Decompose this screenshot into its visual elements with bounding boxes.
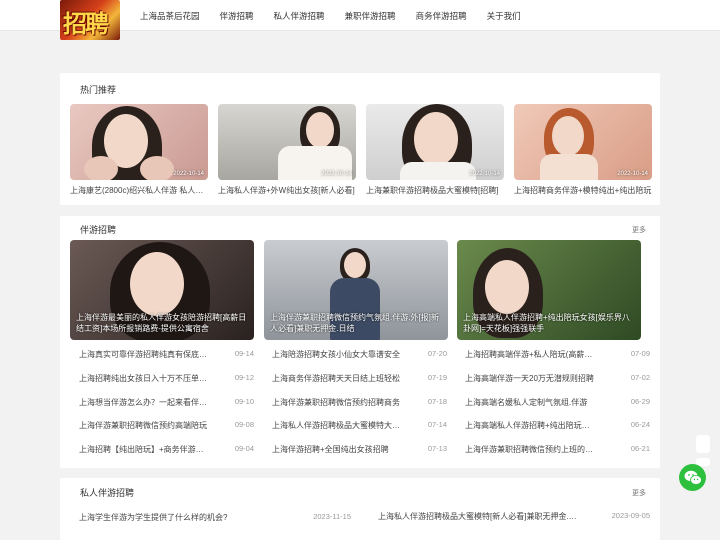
hot-thumbnail[interactable]: 2022-10-14: [514, 104, 652, 180]
wechat-glyph: [684, 470, 702, 485]
list-item[interactable]: 上海学生伴游为学生提供了什么样的机会? 2023-11-15: [79, 512, 351, 526]
hot-caption[interactable]: 上海兼职伴游招聘极品大蜜模特[招聘]: [366, 185, 504, 196]
list-item[interactable]: 上海私人伴游招聘极品大蜜模特[新人必看]兼职无押金.日结 2023-09-05: [378, 511, 650, 525]
list-item[interactable]: 上海高端私人伴游招聘+纯出陪玩女孩 06-24: [465, 420, 650, 434]
more-link[interactable]: 更多: [632, 488, 646, 498]
list-item[interactable]: 上海想当伴游怎么办？一起来看伴游招聘 09-10: [79, 397, 254, 411]
travel-section: 伴游招聘 更多 上海伴游最美丽的私人伴游女孩陪游招聘[高薪日结工资]本场所报销路…: [60, 216, 660, 468]
list-item[interactable]: 上海伴游兼职招聘微信预约招聘商务 07-18: [272, 397, 447, 411]
nav-item-garden[interactable]: 上海品茶后花园: [140, 10, 200, 22]
list-item[interactable]: 上海招聘高端伴游+私人陪玩(高薪工作) 07-09: [465, 349, 650, 363]
featured-caption: 上海伴游最美丽的私人伴游女孩陪游招聘[高薪日结工资]本场所报销路费-提供公寓宿舍: [76, 313, 247, 333]
thumbnail-date: 2022-10-14: [617, 171, 648, 177]
main-nav: 上海品茶后花园 伴游招聘 私人伴游招聘 兼职伴游招聘 商务伴游招聘 关于我们: [140, 0, 541, 31]
list-item[interactable]: 上海商务伴游招聘天天日结上班轻松 07-19: [272, 373, 447, 387]
nav-item-private-jobs[interactable]: 私人伴游招聘: [274, 10, 325, 22]
hot-caption[interactable]: 上海康艺(2800c)绍兴私人伴游 私人伴游: [70, 185, 208, 196]
hot-thumbnail[interactable]: 2022-10-14: [366, 104, 504, 180]
list-item[interactable]: 上海招聘【纯出陪玩】+商务伴游招聘 09-04: [79, 444, 254, 458]
list-item[interactable]: 上海陪游招聘女孩小仙女大靠谱安全 07-20: [272, 349, 447, 363]
private-section: 私人伴游招聘 更多 上海学生伴游为学生提供了什么样的机会? 2023-11-15 …: [60, 478, 660, 540]
list-item[interactable]: 上海伴游兼职招聘微信预约上班的本地 06-21: [465, 444, 650, 458]
list-item[interactable]: 上海高端名媛私人定制气氛组.伴游 06-29: [465, 397, 650, 411]
list-item[interactable]: 上海招聘纯出女孩日入十万不压单日结 09-12: [79, 373, 254, 387]
list-item[interactable]: 上海私人伴游招聘极品大蜜模特大学生 07-14: [272, 420, 447, 434]
nav-item-business-jobs[interactable]: 商务伴游招聘: [416, 10, 467, 22]
hot-section: 热门推荐 2022-10-14 上海康艺(2800c)绍兴私人伴游 私人伴游 2…: [60, 73, 660, 205]
section-title: 热门推荐: [80, 85, 117, 95]
hot-thumbnail[interactable]: 2022-10-14: [218, 104, 356, 180]
thumbnail-date: 2022-10-14: [173, 171, 204, 177]
list-item[interactable]: 上海伴游兼职招聘微信预约高端陪玩 09-08: [79, 420, 254, 434]
more-link[interactable]: 更多: [632, 225, 646, 235]
side-toolbar-button[interactable]: [696, 435, 710, 453]
thumbnail-date: 2022-10-14: [321, 171, 352, 177]
section-title: 私人伴游招聘: [80, 488, 135, 498]
featured-caption: 上海高端私人伴游招聘+纯出陪玩女孩[娱乐界八卦网]=天花板]强强联手: [463, 313, 630, 333]
list-item[interactable]: 上海高端伴游一天20万无潜规则招聘 07-02: [465, 373, 650, 387]
featured-image[interactable]: 上海伴游最美丽的私人伴游女孩陪游招聘[高薪日结工资]本场所报销路费-提供公寓宿舍: [70, 240, 254, 340]
hot-caption[interactable]: 上海私人伴游+外W纯出女孩[新人必看]: [218, 185, 356, 196]
wechat-icon[interactable]: [679, 464, 706, 491]
list-item[interactable]: 上海真实可靠伴游招聘纯真有保底工资 09-14: [79, 349, 254, 363]
featured-caption: 上海伴游兼职招聘微信预约气氛组.伴游.外[报]新人必看]兼职无押金.日结: [270, 313, 439, 333]
nav-item-about[interactable]: 关于我们: [487, 10, 521, 22]
site-logo[interactable]: 招聘: [60, 0, 120, 40]
hot-caption[interactable]: 上海招聘商务伴游+模特纯出+纯出陪玩: [514, 185, 652, 196]
nav-item-parttime-jobs[interactable]: 兼职伴游招聘: [345, 10, 396, 22]
nav-item-travel-jobs[interactable]: 伴游招聘: [220, 10, 254, 22]
hot-thumbnail[interactable]: 2022-10-14: [70, 104, 208, 180]
featured-image[interactable]: 上海伴游兼职招聘微信预约气氛组.伴游.外[报]新人必看]兼职无押金.日结: [264, 240, 448, 340]
thumbnail-date: 2022-10-14: [469, 171, 500, 177]
section-title: 伴游招聘: [80, 225, 117, 235]
featured-image[interactable]: 上海高端私人伴游招聘+纯出陪玩女孩[娱乐界八卦网]=天花板]强强联手: [457, 240, 641, 340]
list-item[interactable]: 上海伴游招聘+全国纯出女孩招聘 07-13: [272, 444, 447, 458]
